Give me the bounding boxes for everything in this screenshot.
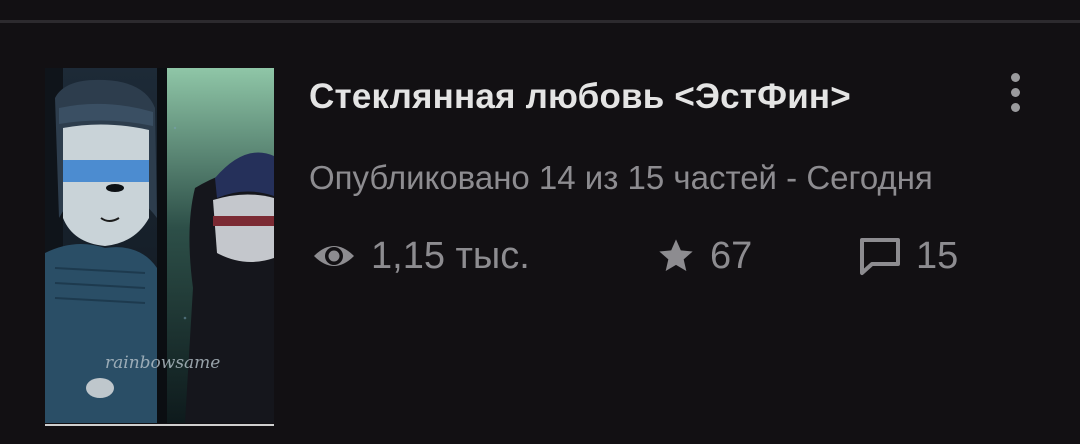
cover-underline (45, 424, 274, 426)
star-icon (656, 236, 696, 276)
reads-stat: 1,15 тыс. (311, 231, 530, 281)
comment-icon (858, 236, 902, 276)
comments-count: 15 (916, 234, 959, 277)
story-publish-status: Опубликовано 14 из 15 частей - Сегодня (309, 159, 933, 196)
more-vertical-icon (1010, 72, 1020, 82)
more-vertical-icon-dot (1010, 102, 1020, 112)
cover-watermark: rainbowsame (105, 353, 220, 373)
story-title[interactable]: Стеклянная любовь <ЭстФин> (309, 77, 851, 117)
votes-stat: 67 (656, 231, 752, 281)
more-vertical-icon-dot (1010, 87, 1020, 97)
comments-stat: 15 (858, 231, 958, 281)
more-options-button[interactable] (998, 65, 1032, 119)
eye-icon (311, 239, 357, 273)
votes-count: 67 (710, 234, 753, 277)
story-card[interactable]: rainbowsame Стеклянная любовь <ЭстФин> О… (0, 23, 1080, 444)
story-list-page: rainbowsame Стеклянная любовь <ЭстФин> О… (0, 0, 1080, 444)
reads-count: 1,15 тыс. (371, 234, 530, 277)
story-cover-image[interactable]: rainbowsame (45, 68, 274, 423)
